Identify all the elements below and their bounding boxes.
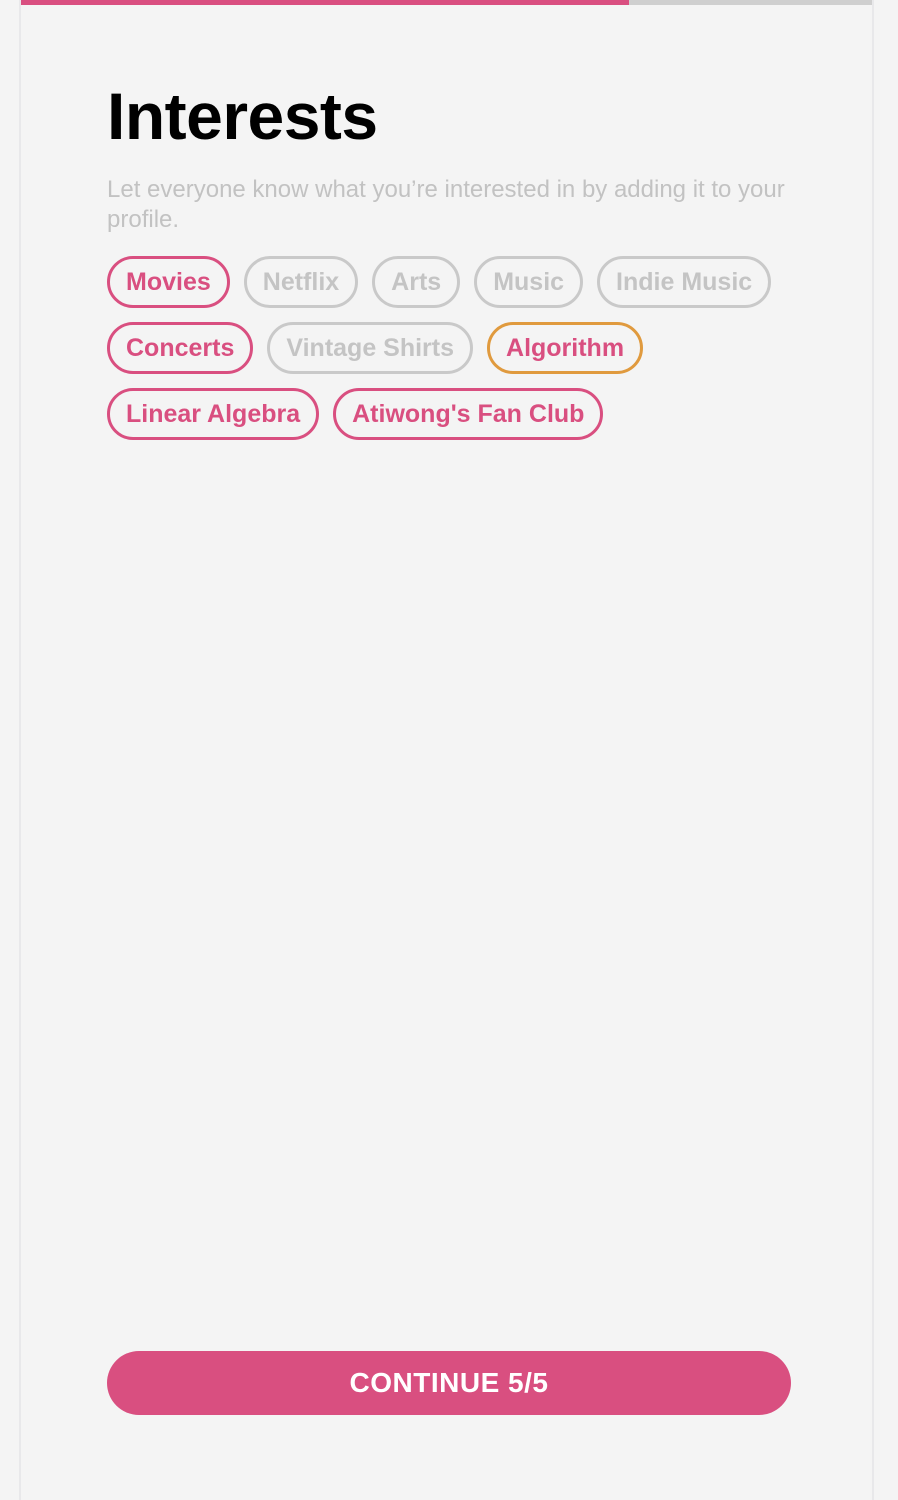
interest-chip-vintage-shirts[interactable]: Vintage Shirts (267, 322, 474, 374)
page-subtitle: Let everyone know what you’re interested… (107, 176, 785, 233)
interest-chip-linear-algebra[interactable]: Linear Algebra (107, 388, 320, 440)
progress-bar-fill (21, 0, 629, 5)
onboarding-screen: Interests Let everyone know what you’re … (19, 0, 874, 1500)
page-title: Interests (107, 79, 378, 153)
progress-bar (21, 0, 872, 5)
interest-chip-list: Movies Netflix Arts Music Indie Music Co… (107, 256, 797, 440)
interest-chip-netflix[interactable]: Netflix (243, 256, 359, 308)
interest-chip-atiwongs-fan-club[interactable]: Atiwong's Fan Club (333, 388, 604, 440)
interest-chip-concerts[interactable]: Concerts (107, 322, 254, 374)
interest-chip-music[interactable]: Music (474, 256, 584, 308)
interest-chip-indie-music[interactable]: Indie Music (597, 256, 772, 308)
interest-chip-arts[interactable]: Arts (372, 256, 461, 308)
continue-button[interactable]: CONTINUE 5/5 (107, 1351, 791, 1415)
interest-chip-algorithm[interactable]: Algorithm (487, 322, 644, 374)
interest-chip-movies[interactable]: Movies (107, 256, 230, 308)
